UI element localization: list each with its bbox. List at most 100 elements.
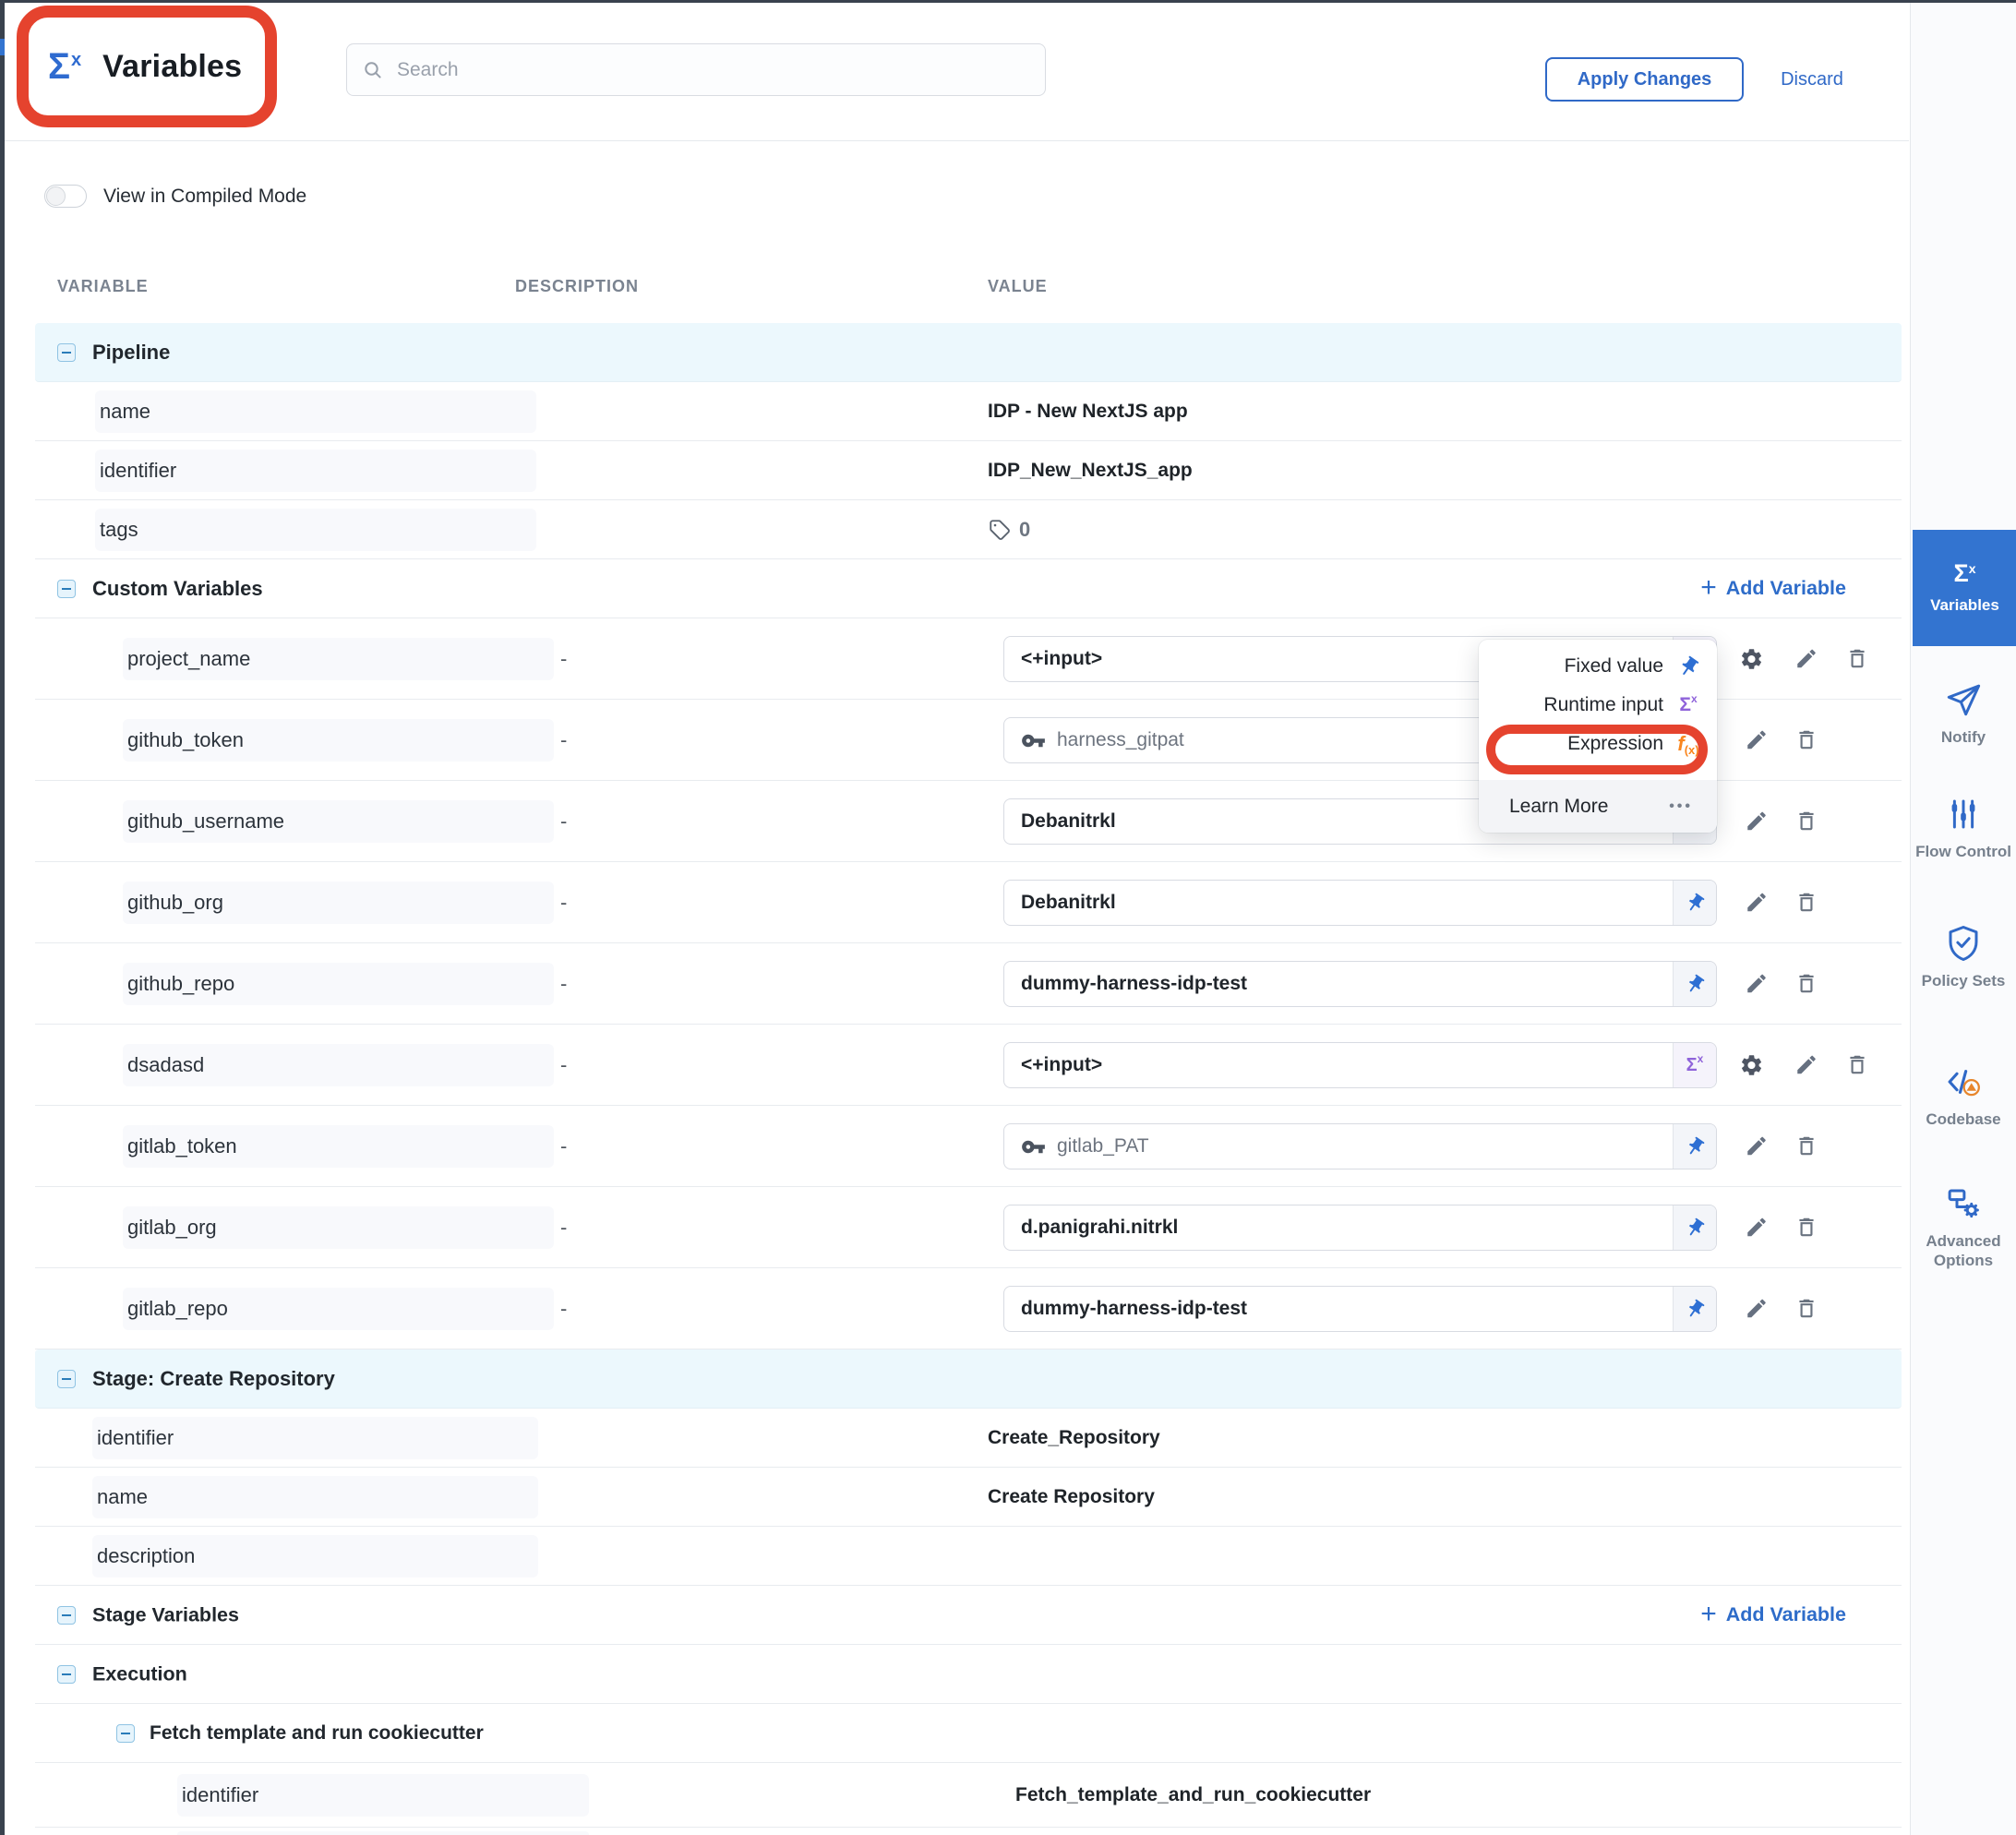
- value-type-selector[interactable]: [1673, 1124, 1716, 1169]
- section-title: Execution: [92, 1662, 187, 1685]
- edit-pencil-icon[interactable]: [1745, 1215, 1770, 1240]
- edit-pencil-icon[interactable]: [1745, 1296, 1770, 1321]
- value-input[interactable]: Debanitrkl: [1003, 880, 1717, 926]
- section-title: Fetch template and run cookiecutter: [150, 1722, 484, 1745]
- key-icon: [1021, 1134, 1046, 1159]
- value-input[interactable]: <+input> Σx: [1003, 1042, 1717, 1088]
- description-dash: -: [560, 891, 567, 915]
- tab-advanced-options[interactable]: Advanced Options: [1911, 1184, 2016, 1270]
- paper-plane-icon: [1944, 680, 1983, 719]
- value-type-selector[interactable]: [1673, 962, 1716, 1006]
- table-row: description: [35, 1527, 1902, 1586]
- menu-item-runtime-input[interactable]: Runtime input Σx: [1479, 686, 1717, 725]
- add-variable-button[interactable]: + Add Variable: [1700, 1601, 1846, 1629]
- delete-trash-icon[interactable]: [1794, 727, 1819, 752]
- menu-item-fixed-value[interactable]: Fixed value: [1479, 647, 1717, 686]
- variable-name-pill: github_org: [123, 882, 554, 924]
- delete-trash-icon[interactable]: [1794, 1215, 1819, 1240]
- variable-value: Create Repository: [988, 1486, 1155, 1508]
- description-dash: -: [560, 810, 567, 834]
- value-input[interactable]: dummy-harness-idp-test: [1003, 961, 1717, 1007]
- section-title: Custom Variables: [92, 577, 263, 601]
- collapse-minus-icon[interactable]: [57, 1606, 76, 1625]
- edit-pencil-icon[interactable]: [1745, 890, 1770, 915]
- delete-trash-icon[interactable]: [1845, 646, 1870, 671]
- description-dash: -: [560, 647, 567, 671]
- variable-name-pill: project_name: [123, 638, 554, 680]
- variable-value: IDP_New_NextJS_app: [988, 460, 1193, 482]
- settings-gear-icon[interactable]: [1739, 1052, 1764, 1077]
- edit-pencil-icon[interactable]: [1745, 727, 1770, 752]
- delete-trash-icon[interactable]: [1794, 809, 1819, 834]
- search-input[interactable]: [395, 58, 999, 82]
- menu-item-expression[interactable]: Expression f(x): [1479, 725, 1717, 763]
- variable-name-pill: dsadasd: [123, 1044, 554, 1086]
- collapse-minus-icon[interactable]: [57, 1665, 76, 1684]
- pin-icon: [1674, 655, 1702, 678]
- variable-name-pill: github_username: [123, 800, 554, 843]
- tab-variables[interactable]: Σx Variables: [1913, 530, 2016, 646]
- variable-name-pill: identifier: [177, 1774, 589, 1817]
- edit-pencil-icon[interactable]: [1745, 971, 1770, 996]
- tab-policy-sets[interactable]: Policy Sets: [1911, 924, 2016, 990]
- collapse-minus-icon[interactable]: [57, 580, 76, 598]
- edit-pencil-icon[interactable]: [1745, 1133, 1770, 1158]
- table-row: identifier Fetch_template_and_run_cookie…: [35, 1763, 1902, 1828]
- variable-name-pill: tags: [95, 509, 536, 551]
- column-value: VALUE: [988, 277, 1048, 296]
- collapse-minus-icon[interactable]: [57, 343, 76, 362]
- value-input[interactable]: dummy-harness-idp-test: [1003, 1286, 1717, 1332]
- variable-name-pill: name: [95, 390, 536, 433]
- table-row: gitlab_repo - dummy-harness-idp-test: [35, 1268, 1902, 1349]
- value-type-selector[interactable]: [1673, 881, 1716, 925]
- column-variable: VARIABLE: [57, 277, 149, 296]
- variable-name-pill: identifier: [95, 450, 536, 492]
- add-variable-button[interactable]: + Add Variable: [1700, 575, 1846, 603]
- pin-icon: [1680, 1132, 1710, 1161]
- plus-icon: +: [1700, 1601, 1717, 1628]
- value-type-selector[interactable]: [1673, 1287, 1716, 1331]
- delete-trash-icon[interactable]: [1794, 1296, 1819, 1321]
- collapse-minus-icon[interactable]: [57, 1370, 76, 1388]
- edit-pencil-icon[interactable]: [1794, 1052, 1819, 1077]
- compiled-mode-toggle[interactable]: [44, 185, 87, 208]
- tab-codebase[interactable]: Codebase: [1911, 1062, 2016, 1129]
- table-row: gitlab_org - d.panigrahi.nitrkl: [35, 1187, 1902, 1268]
- tab-notify[interactable]: Notify: [1911, 680, 2016, 747]
- delete-trash-icon[interactable]: [1845, 1052, 1870, 1077]
- pin-icon: [1680, 969, 1710, 999]
- edit-pencil-icon[interactable]: [1745, 809, 1770, 834]
- delete-trash-icon[interactable]: [1794, 890, 1819, 915]
- table-row: tags 0: [35, 500, 1902, 559]
- edit-pencil-icon[interactable]: [1794, 646, 1819, 671]
- value-input[interactable]: d.panigrahi.nitrkl: [1003, 1205, 1717, 1251]
- section-execution: Execution: [35, 1645, 1902, 1704]
- search-box[interactable]: [346, 43, 1046, 96]
- table-row: gitlab_token - gitlab_PAT: [35, 1106, 1902, 1187]
- page-title: Variables: [102, 49, 242, 85]
- value-type-menu: Fixed value Runtime input Σx Expression …: [1479, 640, 1717, 833]
- next-row-sliver: [177, 1831, 589, 1835]
- variable-name-pill: gitlab_repo: [123, 1288, 554, 1330]
- table-row: github_repo - dummy-harness-idp-test: [35, 943, 1902, 1025]
- apply-changes-button[interactable]: Apply Changes: [1545, 57, 1744, 102]
- tab-flow-control[interactable]: Flow Control: [1911, 795, 2016, 861]
- code-warning-icon: [1944, 1062, 1983, 1101]
- discard-button[interactable]: Discard: [1758, 57, 1866, 102]
- section-stage-variables: Stage Variables + Add Variable: [35, 1586, 1902, 1645]
- search-icon: [362, 59, 384, 81]
- delete-trash-icon[interactable]: [1794, 971, 1819, 996]
- settings-gear-icon[interactable]: [1739, 646, 1764, 671]
- delete-trash-icon[interactable]: [1794, 1133, 1819, 1158]
- section-custom-variables: Custom Variables + Add Variable: [35, 559, 1902, 618]
- value-type-selector[interactable]: Σx: [1673, 1043, 1716, 1087]
- left-nav-accent: [0, 39, 5, 55]
- column-description: DESCRIPTION: [515, 277, 639, 296]
- description-dash: -: [560, 1216, 567, 1240]
- value-type-selector[interactable]: [1673, 1205, 1716, 1250]
- secret-value-input[interactable]: gitlab_PAT: [1003, 1123, 1717, 1169]
- pin-icon: [1680, 1213, 1710, 1242]
- collapse-minus-icon[interactable]: [116, 1724, 135, 1743]
- compiled-mode-toggle-row: View in Compiled Mode: [44, 185, 306, 208]
- learn-more-button[interactable]: Learn More •••: [1479, 780, 1717, 833]
